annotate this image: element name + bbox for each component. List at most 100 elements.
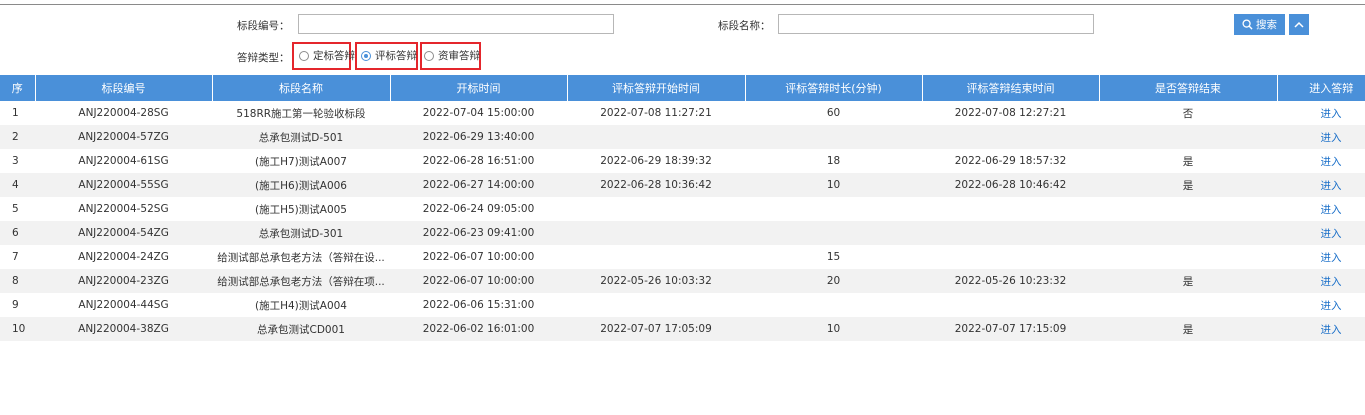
top-divider: [0, 4, 1365, 5]
section-code-label: 标段编号：: [237, 20, 290, 32]
table-row: 2 ANJ220004-57ZG 总承包测试D-501 2022-06-29 13:4…: [0, 125, 1365, 149]
cell-finished: 是: [1099, 173, 1277, 197]
enter-defense-link[interactable]: 进入: [1321, 228, 1342, 240]
cell-enter: 进入: [1277, 317, 1365, 341]
cell-end-time: [922, 197, 1099, 221]
cell-end-time: 2022-05-26 10:23:32: [922, 269, 1099, 293]
cell-open-time: 2022-06-24 09:05:00: [422, 203, 535, 215]
header-enter: 进入答辩: [1277, 75, 1365, 101]
cell-finished: 是: [1099, 317, 1277, 341]
cell-index: 10: [0, 317, 35, 341]
radio-circle[interactable]: [299, 50, 309, 61]
header-start-time: 评标答辩开始时间: [567, 75, 746, 101]
cell-open-time: 2022-06-06 15:31:00: [422, 299, 535, 311]
chevron-up-icon: [1294, 21, 1304, 28]
defense-type-label: 答辩类型：: [237, 52, 290, 64]
cell-section-name: (施工H5)测试A005: [255, 203, 347, 216]
table-row: 5 ANJ220004-52SG (施工H5)测试A005 2022-06-24 09…: [0, 197, 1365, 221]
cell-enter: 进入: [1277, 269, 1365, 293]
cell-duration: 20: [745, 269, 922, 293]
cell-section-code: ANJ220004-57ZG: [35, 125, 212, 149]
cell-section-name: 总承包测试D-501: [212, 125, 390, 149]
cell-duration: [745, 125, 922, 149]
cell-finished: [1099, 221, 1277, 245]
radio-option-label: 资审答辩: [438, 50, 480, 62]
cell-index: 4: [0, 173, 35, 197]
cell-section-code: ANJ220004-55SG: [35, 173, 212, 197]
enter-defense-link[interactable]: 进入: [1321, 180, 1342, 192]
radio-option-3[interactable]: 资审答辩: [424, 48, 480, 63]
radio-option-2[interactable]: 评标答辩: [361, 48, 417, 63]
cell-open-time: 2022-07-04 15:00:00: [422, 107, 535, 119]
cell-section-code: ANJ220004-44SG: [78, 299, 169, 311]
search-button[interactable]: 搜索: [1234, 14, 1285, 35]
cell-enter: 进入: [1277, 125, 1365, 149]
cell-end-time: [922, 125, 1099, 149]
cell-enter: 进入: [1277, 173, 1365, 197]
enter-defense-link[interactable]: 进入: [1321, 324, 1342, 336]
cell-finished: 是: [1099, 269, 1277, 293]
cell-section-name: (施工H6)测试A006: [212, 173, 390, 197]
enter-defense-link[interactable]: 进入: [1321, 300, 1342, 312]
cell-index: 5: [12, 203, 19, 215]
cell-start-time: [567, 197, 745, 221]
defense-table: 序 标段编号 标段名称 开标时间 评标答辩开始时间 评标答辩时长(分钟) 评标答…: [0, 75, 1365, 341]
cell-section-name: 总承包测试D-301: [212, 221, 390, 245]
header-duration: 评标答辩时长(分钟): [745, 75, 923, 101]
cell-index: 1: [12, 107, 19, 119]
cell-finished: [1099, 125, 1277, 149]
cell-section-code: ANJ220004-38ZG: [35, 317, 212, 341]
cell-end-time: [922, 221, 1099, 245]
cell-open-time: 2022-06-07 10:00:00: [422, 251, 535, 263]
cell-open-time: 2022-06-07 10:00:00: [390, 269, 567, 293]
cell-duration: [745, 197, 922, 221]
search-icon: [1242, 19, 1253, 30]
header-finished: 是否答辩结束: [1099, 75, 1278, 101]
cell-duration: 18: [826, 155, 841, 167]
cell-duration: 15: [826, 251, 841, 263]
cell-start-time: 2022-05-26 10:03:32: [567, 269, 745, 293]
cell-open-time: 2022-06-23 09:41:00: [390, 221, 567, 245]
enter-defense-link[interactable]: 进入: [1321, 132, 1342, 144]
table-row: 4 ANJ220004-55SG (施工H6)测试A006 2022-06-27 14…: [0, 173, 1365, 197]
search-button-label: 搜索: [1256, 19, 1277, 31]
table-row: 10 ANJ220004-38ZG 总承包测试CD001 2022-06-02 16:…: [0, 317, 1365, 341]
section-code-input[interactable]: [298, 14, 614, 34]
enter-defense-link[interactable]: 进入: [1321, 108, 1342, 120]
cell-start-time: 2022-06-29 18:39:32: [600, 155, 712, 167]
table-row: 1 ANJ220004-28SG 518RR施工第一轮验收标段 2022-07-04 …: [0, 101, 1365, 125]
cell-index: 3: [12, 155, 19, 167]
cell-end-time: 2022-06-29 18:57:32: [954, 155, 1067, 167]
enter-defense-link[interactable]: 进入: [1321, 204, 1342, 216]
table-header-row: 序 标段编号 标段名称 开标时间 评标答辩开始时间 评标答辩时长(分钟) 评标答…: [0, 75, 1365, 101]
enter-defense-link[interactable]: 进入: [1321, 276, 1342, 288]
enter-defense-link[interactable]: 进入: [1321, 156, 1342, 168]
cell-section-name: 给测试部总承包老方法（答辩在设...: [217, 251, 385, 264]
cell-section-name: 总承包测试CD001: [212, 317, 390, 341]
section-name-label: 标段名称：: [718, 20, 771, 32]
cell-enter: 进入: [1277, 221, 1365, 245]
cell-end-time: [922, 293, 1099, 317]
cell-section-name: 给测试部总承包老方法（答辩在项...: [212, 269, 390, 293]
radio-option-1[interactable]: 定标答辩: [299, 48, 355, 63]
cell-duration: 10: [745, 173, 922, 197]
cell-section-code: ANJ220004-24ZG: [78, 251, 169, 263]
cell-start-time: 2022-07-08 11:27:21: [600, 107, 712, 119]
table-row: 7 ANJ220004-24ZG 给测试部总承包老方法（答辩在设... 2022-06…: [0, 245, 1365, 269]
cell-open-time: 2022-06-02 16:01:00: [390, 317, 567, 341]
table-row: 8 ANJ220004-23ZG 给测试部总承包老方法（答辩在项... 2022-06…: [0, 269, 1365, 293]
table-row: 9 ANJ220004-44SG (施工H4)测试A004 2022-06-06 15…: [0, 293, 1365, 317]
cell-index: 6: [0, 221, 35, 245]
radio-circle-checked[interactable]: [361, 50, 371, 61]
cell-start-time: [567, 125, 745, 149]
section-name-input[interactable]: [778, 14, 1094, 34]
cell-enter: 进入: [1277, 197, 1365, 221]
cell-section-name: (施工H4)测试A004: [255, 299, 347, 312]
collapse-button[interactable]: [1289, 14, 1309, 35]
radio-circle[interactable]: [424, 50, 434, 61]
cell-section-code: ANJ220004-52SG: [78, 203, 169, 215]
enter-defense-link[interactable]: 进入: [1321, 252, 1342, 264]
cell-open-time: 2022-06-29 13:40:00: [390, 125, 567, 149]
cell-start-time: [567, 245, 745, 269]
cell-enter: 进入: [1277, 245, 1365, 269]
